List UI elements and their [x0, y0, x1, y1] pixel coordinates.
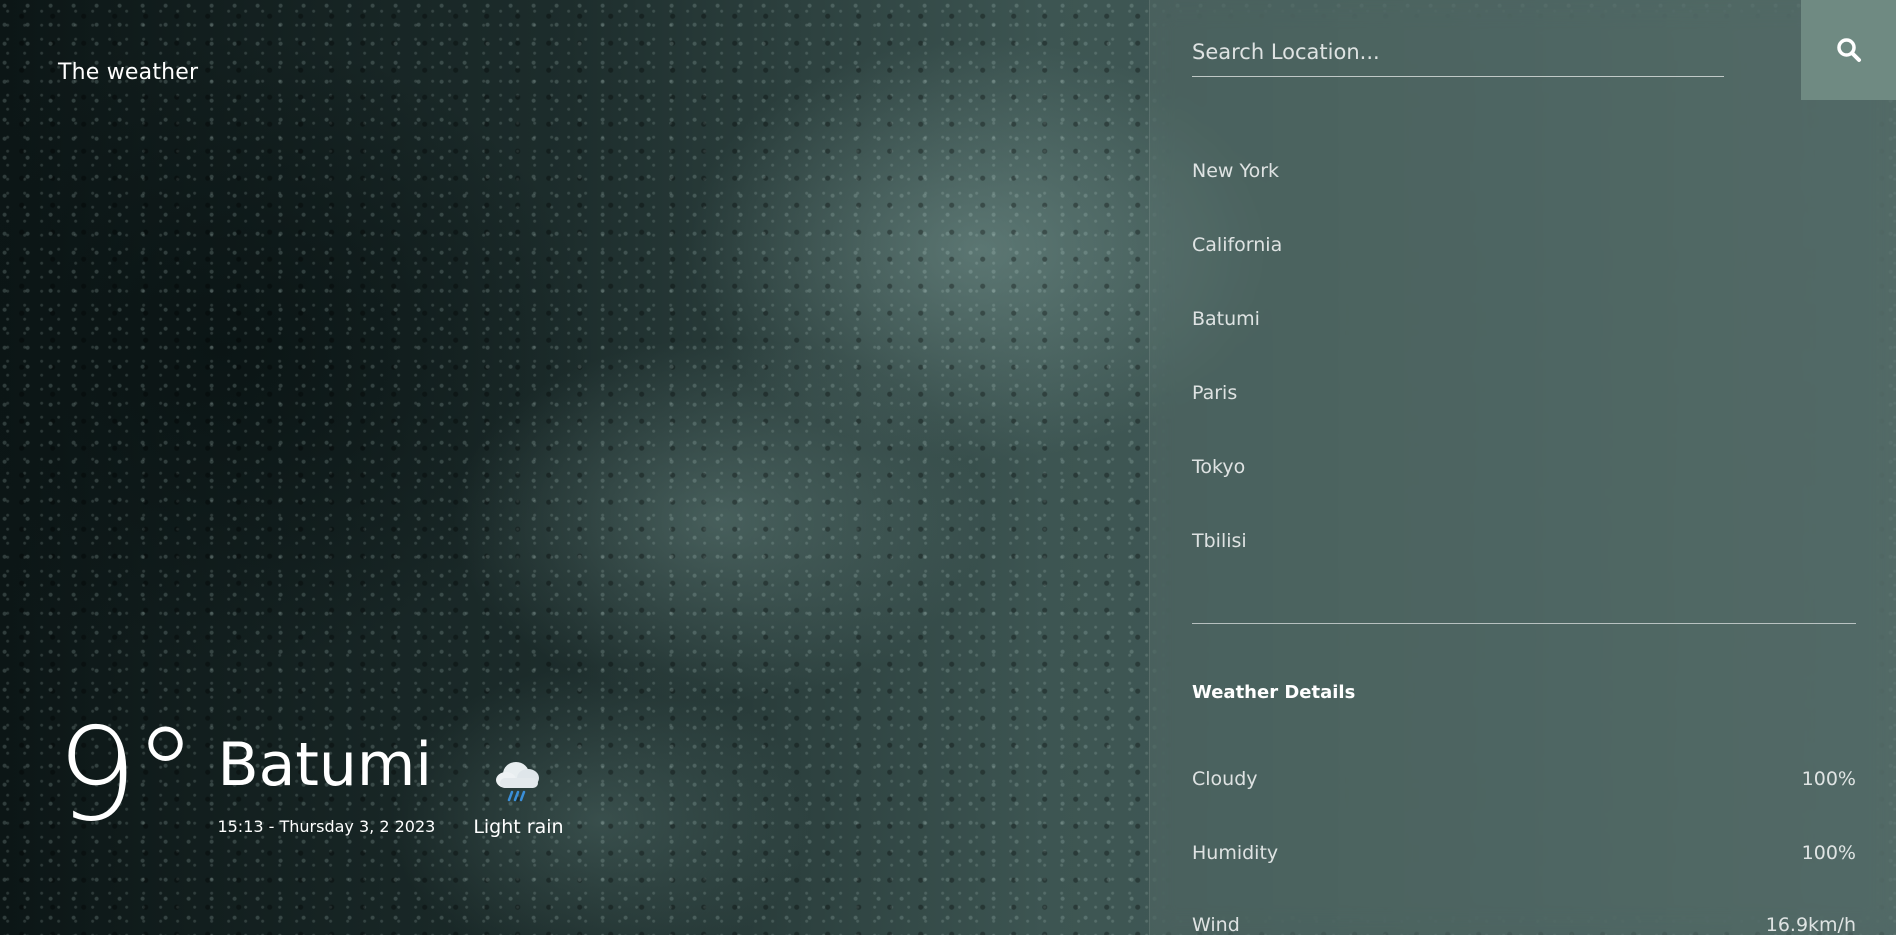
detail-label: Cloudy — [1192, 768, 1258, 790]
location-item[interactable]: Paris — [1192, 374, 1282, 448]
detail-label: Humidity — [1192, 842, 1279, 864]
detail-row-wind: Wind 16.9km/h — [1192, 914, 1856, 935]
side-panel: New York California Batumi Paris Tokyo T… — [1149, 0, 1896, 935]
location-item[interactable]: Batumi — [1192, 300, 1282, 374]
detail-label: Wind — [1192, 914, 1240, 935]
date-time: 15:13 - Thursday 3, 2 2023 — [217, 817, 436, 836]
city-name: Batumi — [217, 730, 433, 800]
search-icon — [1837, 38, 1861, 62]
divider — [1192, 623, 1856, 624]
current-weather: 9° Batumi 15:13 - Thursday 3, 2 2023 Lig… — [56, 712, 564, 840]
temperature: 9° — [56, 701, 197, 850]
location-item[interactable]: Tokyo — [1192, 448, 1282, 522]
search-input[interactable] — [1192, 40, 1724, 64]
weather-app: The weather 9° Batumi 15:13 - Thursday 3… — [0, 0, 1896, 935]
detail-value: 100% — [1801, 842, 1856, 864]
location-item[interactable]: New York — [1192, 152, 1282, 226]
condition-text: Light rain — [473, 816, 564, 838]
details-title: Weather Details — [1192, 682, 1356, 703]
detail-value: 100% — [1801, 768, 1856, 790]
location-item[interactable]: California — [1192, 226, 1282, 300]
search-bar — [1192, 40, 1724, 77]
detail-value: 16.9km/h — [1765, 914, 1856, 935]
location-item[interactable]: Tbilisi — [1192, 522, 1282, 596]
detail-row-cloudy: Cloudy 100% — [1192, 768, 1856, 790]
search-button[interactable] — [1801, 0, 1896, 100]
city-block: Batumi 15:13 - Thursday 3, 2 2023 — [217, 735, 435, 836]
brand-title: The weather — [58, 60, 199, 85]
condition-block: Light rain — [473, 746, 564, 838]
location-list: New York California Batumi Paris Tokyo T… — [1192, 152, 1282, 596]
detail-row-humidity: Humidity 100% — [1192, 842, 1856, 864]
rain-cloud-icon — [486, 746, 550, 810]
